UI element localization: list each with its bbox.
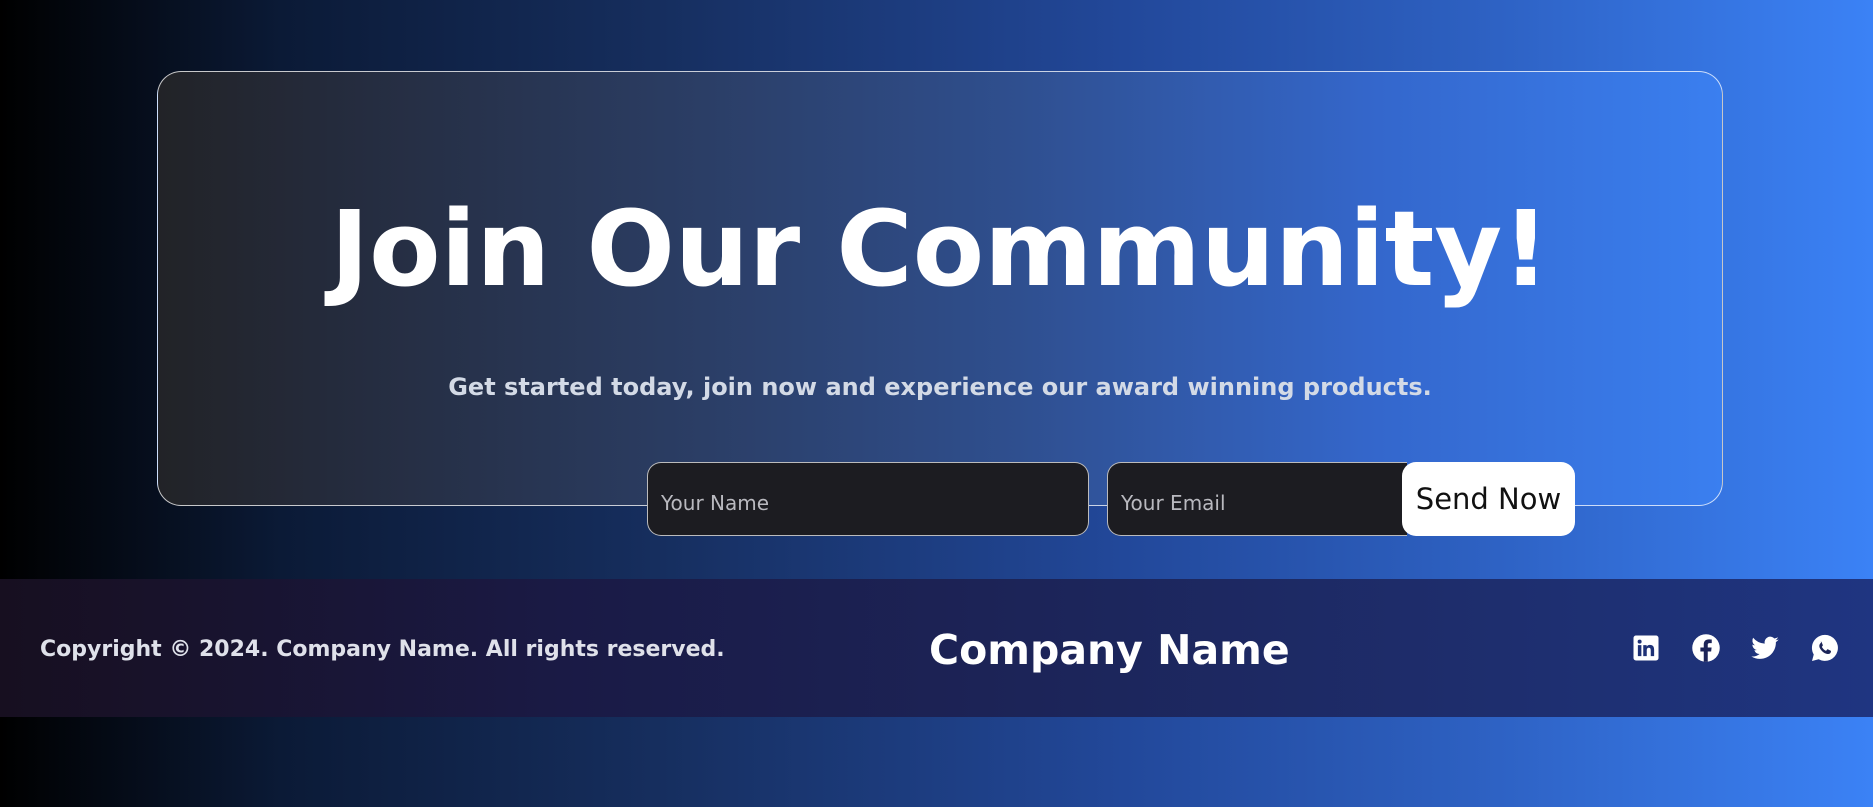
send-now-button[interactable]: Send Now [1402, 462, 1575, 536]
email-input[interactable] [1107, 462, 1407, 536]
facebook-icon[interactable] [1688, 630, 1724, 666]
signup-card: Join Our Community! Get started today, j… [157, 71, 1723, 536]
name-input[interactable] [647, 462, 1089, 536]
hero-title: Join Our Community! [330, 188, 1550, 310]
whatsapp-icon[interactable] [1807, 630, 1843, 666]
copyright-text: Copyright © 2024. Company Name. All righ… [40, 637, 725, 662]
linkedin-icon[interactable] [1628, 630, 1664, 666]
hero-subtitle: Get started today, join now and experien… [448, 373, 1432, 401]
footer-brand: Company Name [929, 626, 1290, 674]
twitter-icon[interactable] [1747, 630, 1783, 666]
site-footer: Copyright © 2024. Company Name. All righ… [0, 579, 1873, 717]
